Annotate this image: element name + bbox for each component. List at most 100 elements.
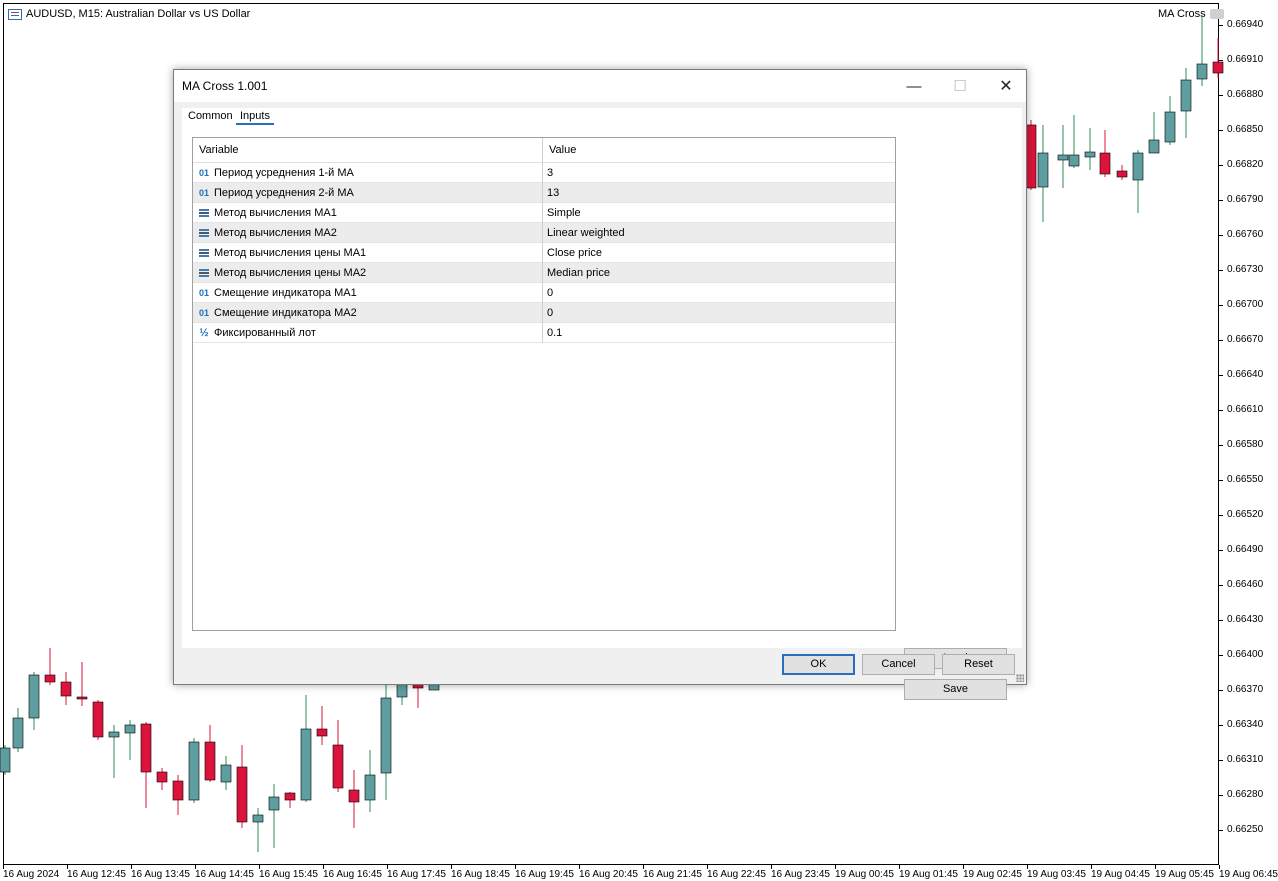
time-label: 16 Aug 16:45 xyxy=(323,869,382,880)
price-tick xyxy=(1219,655,1223,656)
time-label: 16 Aug 2024 xyxy=(3,869,60,880)
param-variable-cell: 01 Смещение индикатора МА1 xyxy=(193,283,543,303)
time-label: 16 Aug 18:45 xyxy=(451,869,510,880)
param-name: Метод вычисления цены МА1 xyxy=(214,247,367,259)
param-row[interactable]: Метод вычисления МА1 Simple xyxy=(193,203,895,223)
price-label: 0.66880 xyxy=(1227,89,1264,100)
time-label: 19 Aug 03:45 xyxy=(1027,869,1086,880)
price-label: 0.66430 xyxy=(1227,614,1264,625)
param-variable-cell: 01 Период усреднения 1-й МА xyxy=(193,163,543,183)
ea-properties-dialog: MA Cross 1.001 — ☐ ✕ Common Inputs Varia… xyxy=(173,69,1027,700)
ok-button[interactable]: OK xyxy=(782,654,855,675)
price-label: 0.66790 xyxy=(1227,194,1264,205)
param-value[interactable]: 3 xyxy=(543,163,553,183)
price-label: 0.66610 xyxy=(1227,404,1264,415)
param-value[interactable]: Simple xyxy=(543,203,581,223)
param-name: Период усреднения 1-й МА xyxy=(214,167,354,179)
column-header-value[interactable]: Value xyxy=(543,138,576,163)
param-name: Период усреднения 2-й МА xyxy=(214,187,354,199)
price-tick xyxy=(1219,620,1223,621)
chart-symbol-title: AUDUSD, M15: Australian Dollar vs US Dol… xyxy=(8,8,250,20)
price-tick xyxy=(1219,25,1223,26)
price-tick xyxy=(1219,585,1223,586)
param-name: Смещение индикатора МА2 xyxy=(214,307,357,319)
price-label: 0.66370 xyxy=(1227,684,1264,695)
param-row[interactable]: 01 Смещение индикатора МА2 0 xyxy=(193,303,895,323)
param-row[interactable]: Метод вычисления цены МА2 Median price xyxy=(193,263,895,283)
param-value[interactable]: 13 xyxy=(543,183,559,203)
param-value[interactable]: 0 xyxy=(543,303,553,323)
price-label: 0.66250 xyxy=(1227,824,1264,835)
save-button[interactable]: Save xyxy=(904,679,1007,700)
price-label: 0.66910 xyxy=(1227,54,1264,65)
time-label: 19 Aug 05:45 xyxy=(1155,869,1214,880)
param-variable-cell: ½ Фиксированный лот xyxy=(193,323,543,343)
price-tick xyxy=(1219,200,1223,201)
price-label: 0.66490 xyxy=(1227,544,1264,555)
chart-symbol-text: AUDUSD, M15: Australian Dollar vs US Dol… xyxy=(26,8,251,20)
minimize-button[interactable]: — xyxy=(891,70,937,102)
column-header-variable[interactable]: Variable xyxy=(193,138,543,163)
price-label: 0.66730 xyxy=(1227,264,1264,275)
param-row[interactable]: 01 Период усреднения 2-й МА 13 xyxy=(193,183,895,203)
param-row[interactable]: Метод вычисления МА2 Linear weighted xyxy=(193,223,895,243)
param-name: Фиксированный лот xyxy=(214,327,316,339)
time-label: 16 Aug 14:45 xyxy=(195,869,254,880)
tab-inputs[interactable]: Inputs xyxy=(236,110,274,125)
param-value[interactable]: Linear weighted xyxy=(543,223,625,243)
close-button[interactable]: ✕ xyxy=(983,70,1029,102)
price-tick xyxy=(1219,60,1223,61)
price-label: 0.66520 xyxy=(1227,509,1264,520)
price-tick xyxy=(1219,445,1223,446)
param-row[interactable]: Метод вычисления цены МА1 Close price xyxy=(193,243,895,263)
dialog-titlebar[interactable]: MA Cross 1.001 — ☐ ✕ xyxy=(174,70,1026,102)
param-name: Метод вычисления МА1 xyxy=(214,207,337,219)
price-tick xyxy=(1219,410,1223,411)
price-tick xyxy=(1219,725,1223,726)
param-name: Метод вычисления цены МА2 xyxy=(214,267,367,279)
param-variable-cell: Метод вычисления МА2 xyxy=(193,223,543,243)
price-tick xyxy=(1219,480,1223,481)
price-label: 0.66340 xyxy=(1227,719,1264,730)
param-name: Смещение индикатора МА1 xyxy=(214,287,357,299)
time-label: 19 Aug 00:45 xyxy=(835,869,894,880)
tab-strip: Common Inputs xyxy=(182,108,1022,128)
resize-grip-icon[interactable] xyxy=(1016,674,1024,682)
enum-type-icon xyxy=(198,228,210,238)
param-value[interactable]: 0.1 xyxy=(543,323,562,343)
price-tick xyxy=(1219,690,1223,691)
integer-type-icon: 01 xyxy=(198,308,209,318)
reset-button[interactable]: Reset xyxy=(942,654,1015,675)
price-label: 0.66550 xyxy=(1227,474,1264,485)
price-tick xyxy=(1219,270,1223,271)
price-label: 0.66940 xyxy=(1227,19,1264,30)
price-label: 0.66670 xyxy=(1227,334,1264,345)
price-label: 0.66700 xyxy=(1227,299,1264,310)
time-label: 16 Aug 22:45 xyxy=(707,869,766,880)
time-label: 19 Aug 02:45 xyxy=(963,869,1022,880)
price-tick xyxy=(1219,795,1223,796)
param-value[interactable]: 0 xyxy=(543,283,553,303)
param-value[interactable]: Median price xyxy=(543,263,610,283)
enum-type-icon xyxy=(198,268,210,278)
tab-common[interactable]: Common xyxy=(184,110,237,122)
price-tick xyxy=(1219,235,1223,236)
price-tick xyxy=(1219,760,1223,761)
maximize-button: ☐ xyxy=(953,78,967,95)
price-label: 0.66580 xyxy=(1227,439,1264,450)
cancel-button[interactable]: Cancel xyxy=(862,654,935,675)
price-label: 0.66640 xyxy=(1227,369,1264,380)
param-row[interactable]: 01 Период усреднения 1-й МА 3 xyxy=(193,163,895,183)
param-value[interactable]: Close price xyxy=(543,243,602,263)
price-label: 0.66760 xyxy=(1227,229,1264,240)
param-variable-cell: 01 Период усреднения 2-й МА xyxy=(193,183,543,203)
time-label: 16 Aug 21:45 xyxy=(643,869,702,880)
price-tick xyxy=(1219,375,1223,376)
param-row[interactable]: ½ Фиксированный лот 0.1 xyxy=(193,323,895,343)
expert-advisor-label[interactable]: MA Cross xyxy=(1158,8,1224,20)
param-variable-cell: Метод вычисления цены МА2 xyxy=(193,263,543,283)
param-row[interactable]: 01 Смещение индикатора МА1 0 xyxy=(193,283,895,303)
integer-type-icon: 01 xyxy=(198,288,209,298)
inputs-panel: Variable Value 01 Период усреднения 1-й М… xyxy=(182,128,1022,700)
time-label: 16 Aug 20:45 xyxy=(579,869,638,880)
